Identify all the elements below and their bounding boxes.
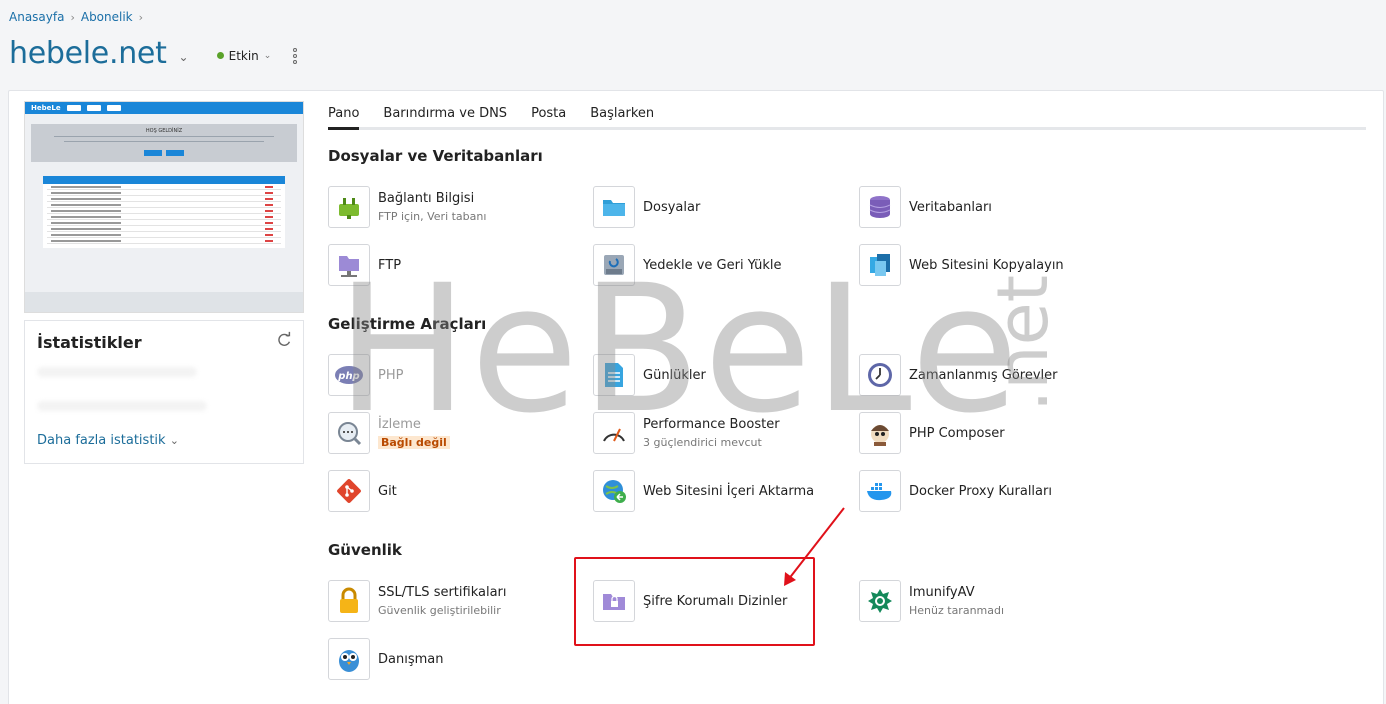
gauge-icon (593, 412, 635, 454)
page-title: hebele.net (9, 36, 167, 71)
advisor-item[interactable]: Danışman (328, 638, 443, 680)
files-label: Dosyalar (643, 199, 701, 215)
imunify-icon (859, 580, 901, 622)
tab-dashboard[interactable]: Pano (328, 106, 360, 130)
git-label: Git (378, 483, 397, 499)
tab-getting-started[interactable]: Başlarken (590, 106, 654, 127)
clock-icon (859, 354, 901, 396)
performance-booster-label: Performance Booster (643, 417, 780, 432)
statistics-panel: İstatistikler Daha fazla istatistik ⌄ (24, 320, 304, 464)
copy-website-label: Web Sitesini Kopyalayın (909, 257, 1064, 273)
ssl-tls-item[interactable]: SSL/TLS sertifikaları Güvenlik geliştiri… (328, 580, 507, 622)
monitoring-label: İzleme (378, 417, 421, 432)
connection-info-item[interactable]: Bağlantı Bilgisi FTP için, Veri tabanı (328, 186, 486, 228)
section-dev-tools: Geliştirme Araçları (328, 315, 487, 333)
section-files-databases: Dosyalar ve Veritabanları (328, 147, 543, 165)
databases-label: Veritabanları (909, 199, 992, 215)
blurred-stat (37, 367, 197, 377)
copy-icon (859, 244, 901, 286)
svg-text:php: php (337, 371, 359, 382)
imunifyav-item[interactable]: ImunifyAV Henüz taranmadı (859, 580, 1004, 622)
docker-icon (859, 470, 901, 512)
preview-banner: HOŞ GELDİNİZ (31, 124, 297, 162)
blurred-stat (37, 401, 207, 411)
php-composer-item[interactable]: PHP Composer (859, 412, 1005, 454)
php-composer-label: PHP Composer (909, 425, 1005, 441)
status-badge: Bağlı değil (378, 436, 450, 449)
imunifyav-label: ImunifyAV (909, 585, 975, 600)
chevron-down-icon[interactable]: ⌄ (179, 50, 189, 64)
performance-booster-sub: 3 güçlendirici mevcut (643, 436, 762, 449)
copy-website-item[interactable]: Web Sitesini Kopyalayın (859, 244, 1064, 286)
imunifyav-sub: Henüz taranmadı (909, 604, 1005, 617)
more-statistics-link[interactable]: Daha fazla istatistik ⌄ (37, 433, 179, 448)
ftp-folder-icon (328, 244, 370, 286)
owl-icon (328, 638, 370, 680)
preview-banner-title: HOŞ GELDİNİZ (145, 128, 183, 134)
backup-restore-label: Yedekle ve Geri Yükle (643, 257, 782, 273)
preview-logo: HebeLe (31, 104, 61, 112)
title-row: hebele.net ⌄ Etkin ⌄ (9, 36, 298, 71)
backup-restore-item[interactable]: Yedekle ve Geri Yükle (593, 244, 782, 286)
databases-item[interactable]: Veritabanları (859, 186, 992, 228)
performance-booster-item[interactable]: Performance Booster 3 güçlendirici mevcu… (593, 412, 780, 454)
advisor-label: Danışman (378, 651, 444, 667)
chevron-down-icon: ⌄ (169, 434, 179, 447)
refresh-icon[interactable] (275, 331, 293, 349)
breadcrumb-home[interactable]: Anasayfa (9, 10, 64, 24)
chevron-right-icon: › (70, 10, 75, 24)
monitoring-item[interactable]: İzleme Bağlı değil (328, 412, 450, 454)
backup-icon (593, 244, 635, 286)
ssl-tls-label: SSL/TLS sertifikaları (378, 585, 507, 600)
tab-mail[interactable]: Posta (531, 106, 566, 127)
logs-label: Günlükler (643, 367, 706, 383)
scheduled-tasks-label: Zamanlanmış Görevler (909, 367, 1058, 383)
statistics-title: İstatistikler (37, 333, 142, 352)
tab-bar: Pano Barındırma ve DNS Posta Başlarken (328, 106, 1366, 130)
status-dropdown[interactable]: Etkin ⌄ (216, 48, 272, 63)
git-icon (328, 470, 370, 512)
php-item[interactable]: php PHP (328, 354, 403, 396)
docker-proxy-item[interactable]: Docker Proxy Kuralları (859, 470, 1052, 512)
import-website-label: Web Sitesini İçeri Aktarma (643, 483, 815, 499)
padlock-icon (328, 580, 370, 622)
docker-proxy-label: Docker Proxy Kuralları (909, 483, 1052, 499)
plug-icon (328, 186, 370, 228)
breadcrumb: Anasayfa › Abonelik › (9, 10, 143, 24)
tab-hosting-dns[interactable]: Barındırma ve DNS (383, 106, 507, 127)
files-item[interactable]: Dosyalar (593, 186, 700, 228)
ftp-label: FTP (378, 257, 402, 273)
annotation-arrow-icon (784, 507, 845, 586)
globe-import-icon (593, 470, 635, 512)
preview-table (43, 176, 285, 248)
logs-item[interactable]: Günlükler (593, 354, 706, 396)
ftp-item[interactable]: FTP (328, 244, 401, 286)
folder-icon (593, 186, 635, 228)
scheduled-tasks-item[interactable]: Zamanlanmış Görevler (859, 354, 1057, 396)
website-preview[interactable]: HebeLe HOŞ GELDİNİZ (24, 101, 304, 313)
connection-info-label: Bağlantı Bilgisi (378, 191, 475, 206)
php-label: PHP (378, 367, 404, 383)
more-options-icon[interactable] (293, 47, 298, 64)
php-icon: php (328, 354, 370, 396)
connection-info-sub: FTP için, Veri tabanı (378, 210, 487, 223)
preview-footer (25, 292, 303, 312)
git-item[interactable]: Git (328, 470, 397, 512)
status-label: Etkin (228, 48, 259, 63)
logs-icon (593, 354, 635, 396)
monitoring-icon (328, 412, 370, 454)
composer-icon (859, 412, 901, 454)
ssl-tls-sub: Güvenlik geliştirilebilir (378, 604, 501, 617)
section-security: Güvenlik (328, 541, 402, 559)
chevron-right-icon: › (138, 10, 144, 24)
status-dot-icon (216, 52, 224, 59)
database-icon (859, 186, 901, 228)
chevron-down-icon: ⌄ (263, 50, 272, 61)
breadcrumb-subscription[interactable]: Abonelik (81, 10, 133, 24)
preview-topbar: HebeLe (25, 102, 303, 114)
